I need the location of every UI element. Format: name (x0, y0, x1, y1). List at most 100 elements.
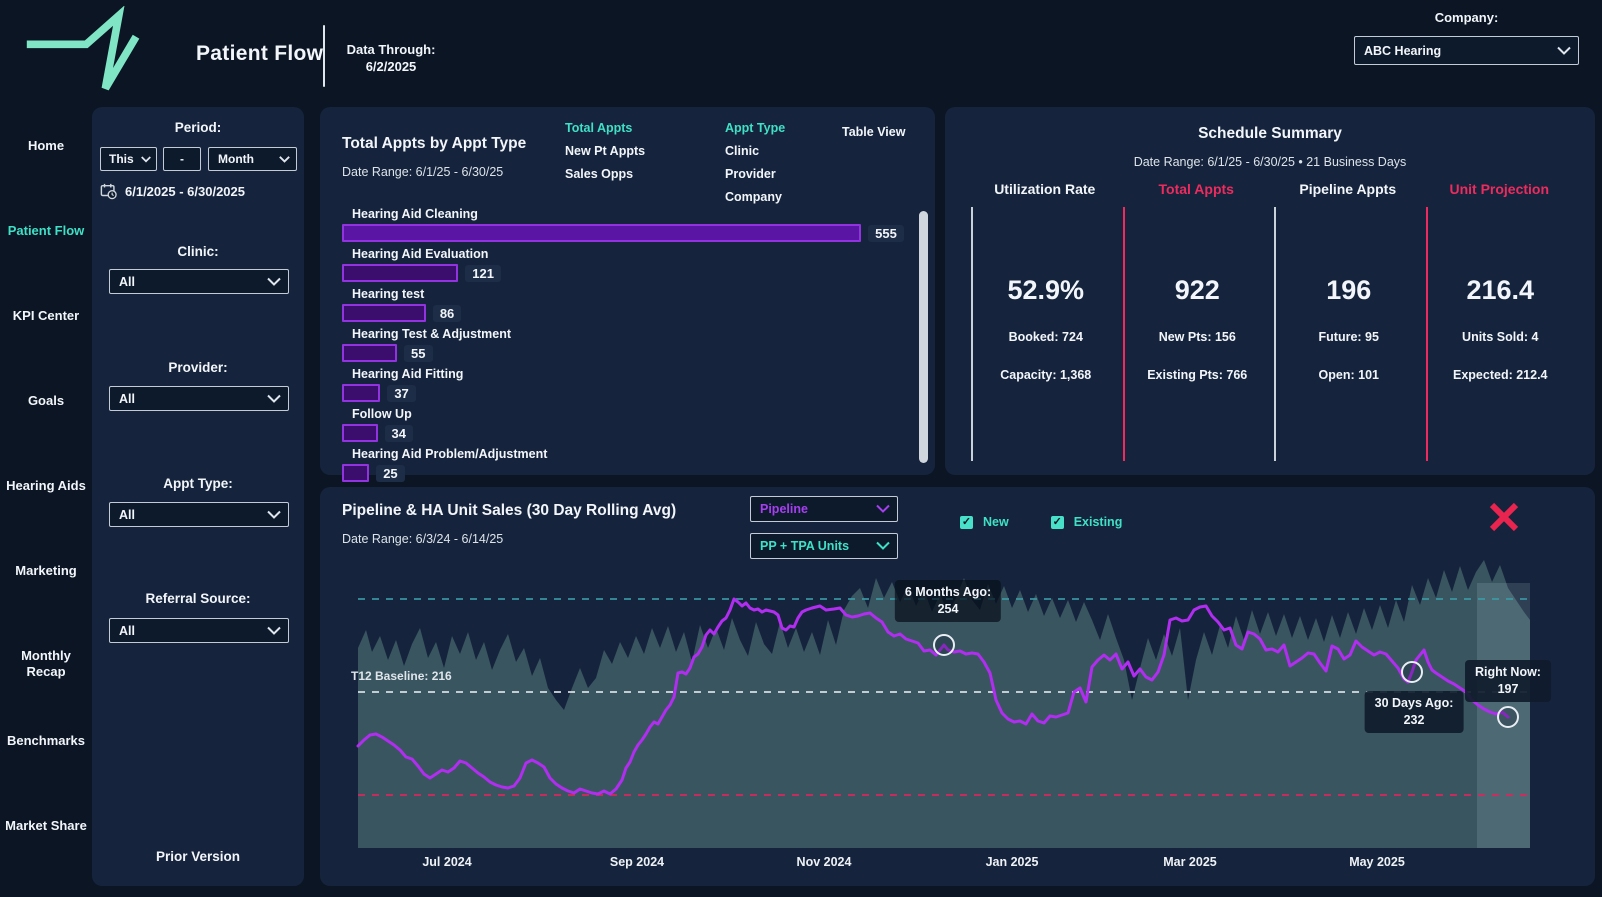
appt-chart-date-range: Date Range: 6/1/25 - 6/30/25 (342, 165, 504, 179)
marker-right-now (1497, 706, 1519, 728)
annotation-6-months-ago: 6 Months Ago: 254 (894, 580, 1002, 622)
bar-track: 55 (342, 344, 905, 362)
schedule-summary-title: Schedule Summary (1198, 125, 1342, 142)
appt-chart-panel: Total Appts by Appt Type Date Range: 6/1… (320, 107, 935, 482)
bar (342, 264, 459, 282)
sidebar: Home Patient Flow KPI Center Goals Hearing A… (0, 100, 92, 897)
bar-value: 121 (465, 264, 501, 282)
metric-options: Total Appts New Pt Appts Sales Opps (565, 121, 645, 181)
chevron-down-icon (267, 277, 281, 286)
mvp-logo (26, 6, 140, 91)
bar (342, 424, 378, 442)
metric-option-new-pt-appts[interactable]: New Pt Appts (565, 144, 645, 158)
chevron-down-icon (1557, 46, 1571, 55)
bar-row-hearing-aid-problem-adjustment[interactable]: Hearing Aid Problem/Adjustment 25 (342, 447, 905, 482)
annotation-value: 197 (1497, 682, 1519, 696)
period-month-value: Month (218, 152, 254, 166)
referral-source-select[interactable]: All (109, 618, 289, 643)
sidebar-item-market-share[interactable]: Market Share (0, 818, 92, 834)
summary-card-title: Pipeline Appts (1299, 181, 1397, 197)
filter-panel: Period: This - Month 6/1/2025 - 6/30/202… (92, 107, 304, 886)
bar-track: 34 (342, 424, 905, 442)
dimension-option-company[interactable]: Company (725, 190, 785, 204)
chevron-down-icon (267, 394, 281, 403)
bar (342, 464, 370, 482)
summary-card-body: 922 New Pts: 156 Existing Pts: 766 (1122, 207, 1271, 461)
schedule-summary-panel: Schedule Summary Date Range: 6/1/25 - 6/… (945, 107, 1595, 475)
sidebar-item-marketing[interactable]: Marketing (0, 563, 92, 579)
metric-option-total-appts[interactable]: Total Appts (565, 121, 645, 135)
summary-card-subline: Expected: 212.4 (1453, 368, 1548, 382)
data-through-label: Data Through: (346, 42, 436, 57)
bar-label: Follow Up (352, 407, 412, 421)
metric-option-sales-opps[interactable]: Sales Opps (565, 167, 645, 181)
bar-label: Hearing Aid Evaluation (352, 247, 489, 261)
bar-row-hearing-test-adjustment[interactable]: Hearing Test & Adjustment 55 (342, 327, 905, 362)
bar-row-follow-up[interactable]: Follow Up 34 (342, 407, 905, 442)
referral-source-label: Referral Source: (145, 591, 251, 606)
appt-type-label: Appt Type: (163, 476, 233, 491)
dimension-option-appt-type[interactable]: Appt Type (725, 121, 785, 135)
sidebar-item-home[interactable]: Home (0, 138, 92, 154)
table-view-button[interactable]: Table View (842, 125, 905, 139)
bar-track: 37 (342, 384, 905, 402)
scrollbar[interactable] (919, 211, 928, 463)
x-tick-jan-2025: Jan 2025 (985, 855, 1039, 869)
bar-label: Hearing test (352, 287, 425, 301)
summary-card-subline: Open: 101 (1318, 368, 1379, 382)
sidebar-item-benchmarks[interactable]: Benchmarks (0, 733, 92, 749)
sidebar-item-monthly-recap[interactable]: Monthly Recap (0, 648, 92, 680)
appt-type-select[interactable]: All (109, 502, 289, 527)
clinic-select[interactable]: All (109, 269, 289, 294)
chevron-down-icon (267, 510, 281, 519)
dashboard-root: Patient Flow Data Through: 6/2/2025 Comp… (0, 0, 1602, 897)
annotation-30-days-ago: 30 Days Ago: 232 (1364, 691, 1464, 733)
company-filter: Company: ABC Hearing (1354, 10, 1579, 65)
company-select[interactable]: ABC Hearing (1354, 36, 1579, 65)
bar-label: Hearing Aid Problem/Adjustment (352, 447, 548, 461)
period-this-value: This (109, 152, 134, 166)
appt-chart-title: Total Appts by Appt Type (342, 135, 527, 152)
clinic-label: Clinic: (177, 244, 219, 259)
summary-card-value: 216.4 (1466, 275, 1535, 305)
x-tick-jul-2024: Jul 2024 (422, 855, 472, 869)
summary-card-title: Total Appts (1158, 181, 1234, 197)
company-label: Company: (1434, 10, 1499, 25)
x-tick-may-2025: May 2025 (1349, 855, 1405, 869)
appt-bar-chart: Hearing Aid Cleaning 555 Hearing Aid Evalu… (342, 207, 905, 487)
annotation-label: 6 Months Ago: (904, 585, 992, 599)
period-this-select[interactable]: This (100, 147, 157, 171)
clinic-select-value: All (119, 274, 135, 289)
provider-select-value: All (119, 391, 135, 406)
sidebar-item-hearing-aids[interactable]: Hearing Aids (0, 478, 92, 494)
bar-row-hearing-aid-fitting[interactable]: Hearing Aid Fitting 37 (342, 367, 905, 402)
bar (342, 384, 381, 402)
period-dash-box[interactable]: - (163, 147, 201, 171)
annotation-label: Right Now: (1475, 665, 1541, 679)
provider-select[interactable]: All (109, 386, 289, 411)
provider-label: Provider: (168, 360, 228, 375)
calendar-clock-icon[interactable] (100, 183, 118, 200)
bar-row-hearing-test[interactable]: Hearing test 86 (342, 287, 905, 322)
marker-30-days-ago (1401, 661, 1423, 683)
dimension-option-clinic[interactable]: Clinic (725, 144, 785, 158)
x-tick-sep-2024: Sep 2024 (609, 855, 665, 869)
sidebar-item-goals[interactable]: Goals (0, 393, 92, 409)
bar-value: 34 (384, 424, 414, 442)
prior-version-button[interactable]: Prior Version (92, 849, 304, 864)
x-tick-nov-2024: Nov 2024 (796, 855, 852, 869)
page-title: Patient Flow (196, 42, 324, 65)
marker-6-months-ago (933, 634, 955, 656)
pipeline-line-chart (356, 560, 1530, 848)
sidebar-item-patient-flow[interactable]: Patient Flow (0, 223, 92, 239)
period-month-select[interactable]: Month (208, 147, 297, 171)
filter-date-range: 6/1/2025 - 6/30/2025 (100, 183, 245, 200)
summary-card-value: 52.9% (1007, 275, 1085, 305)
summary-card-utilization-rate: Utilization Rate 52.9% Booked: 724 Capacity… (971, 181, 1119, 461)
dimension-option-provider[interactable]: Provider (725, 167, 785, 181)
appt-type-select-value: All (119, 507, 135, 522)
bar-row-hearing-aid-cleaning[interactable]: Hearing Aid Cleaning 555 (342, 207, 905, 242)
bar-row-hearing-aid-evaluation[interactable]: Hearing Aid Evaluation 121 (342, 247, 905, 282)
sidebar-item-kpi-center[interactable]: KPI Center (0, 308, 92, 324)
dimension-options: Appt Type Clinic Provider Company (725, 121, 785, 204)
